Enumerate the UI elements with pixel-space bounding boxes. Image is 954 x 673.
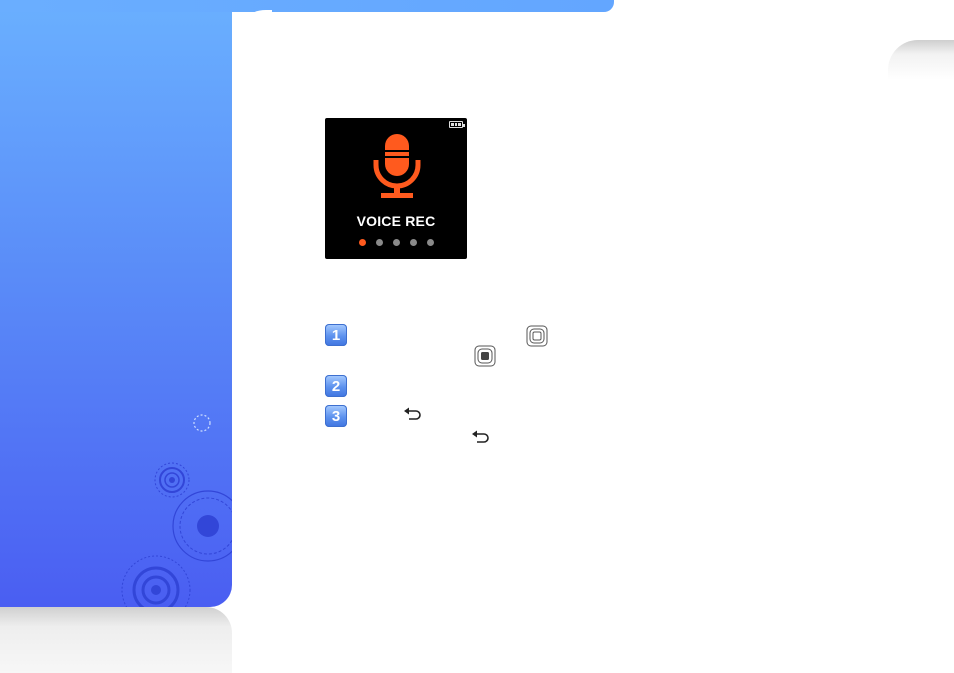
page-dot: [409, 239, 417, 246]
page-dot: [426, 239, 434, 246]
select-button-filled-icon: [474, 345, 496, 367]
back-icon: [472, 430, 489, 443]
header-band: [0, 0, 614, 12]
bottom-tab: [0, 607, 232, 673]
step-number-3: 3: [325, 405, 347, 427]
voice-rec-label: VOICE REC: [356, 213, 436, 229]
step-number-2: 2: [325, 375, 347, 397]
right-tab: [888, 40, 954, 80]
content-corner: [232, 10, 272, 50]
select-button-icon: [526, 325, 548, 347]
page-dot: [358, 239, 366, 246]
page-indicator: [325, 239, 467, 246]
decorative-circles-icon: [121, 414, 232, 607]
sidebar-panel: [0, 0, 232, 607]
page-dot: [375, 239, 383, 246]
step-number-1: 1: [325, 324, 347, 346]
back-icon: [404, 407, 421, 420]
device-screen: VOICE REC: [325, 118, 467, 259]
microphone-icon: [373, 134, 421, 198]
battery-icon: [449, 121, 465, 128]
page-dot: [392, 239, 400, 246]
